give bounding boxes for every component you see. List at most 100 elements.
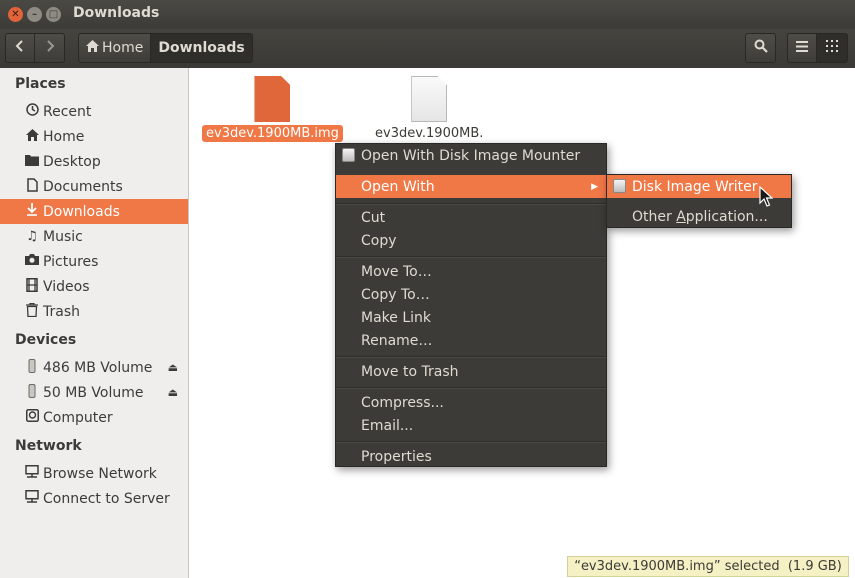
menu-separator	[336, 387, 606, 389]
menu-item-mnemonic: A	[676, 208, 686, 225]
forward-button[interactable]	[34, 33, 65, 63]
grid-view-button[interactable]	[816, 33, 848, 63]
network-icon	[24, 465, 40, 482]
context-menu: Open With Disk Image Mounter Open With ▶…	[335, 143, 607, 467]
list-icon	[796, 40, 808, 56]
clock-icon	[24, 103, 40, 120]
sidebar-item-downloads[interactable]: Downloads	[0, 199, 188, 224]
home-icon	[86, 40, 99, 56]
grid-icon	[826, 40, 838, 56]
menu-item-compress[interactable]: Compress...	[336, 391, 606, 414]
sidebar-item-label: Documents	[43, 178, 123, 195]
menu-item-open-with-disk-image-mounter[interactable]: Open With Disk Image Mounter	[336, 144, 606, 167]
menu-item-cut[interactable]: Cut	[336, 206, 606, 229]
chevron-right-icon	[45, 39, 55, 57]
menu-item-move-to-trash[interactable]: Move to Trash	[336, 360, 606, 383]
sidebar-item-trash[interactable]: Trash	[0, 299, 188, 324]
hard-disk-icon	[24, 409, 40, 426]
file-item[interactable]: ev3dev.1900MB.img	[202, 76, 343, 142]
camera-icon	[24, 254, 40, 269]
sidebar-item-label: Trash	[43, 303, 80, 320]
sidebar-item-label: Music	[43, 228, 83, 245]
menu-item-properties[interactable]: Properties	[336, 445, 606, 468]
menu-separator	[336, 441, 606, 443]
status-bar: “ev3dev.1900MB.img” selected (1.9 GB)	[567, 556, 849, 577]
menu-item-copy-to[interactable]: Copy To…	[336, 283, 606, 306]
sidebar-item-recent[interactable]: Recent	[0, 99, 188, 124]
search-button[interactable]	[745, 33, 776, 63]
usb-drive-icon	[24, 358, 40, 377]
file-name: ev3dev.1900MB.img	[202, 125, 343, 142]
sidebar-item-label: Computer	[43, 409, 113, 426]
menu-item-label: Open With	[361, 178, 435, 195]
file-name: ev3dev.1900MB.	[375, 126, 484, 141]
back-button[interactable]	[5, 33, 35, 63]
menu-item-label: Move to Trash	[361, 363, 459, 380]
film-icon	[24, 277, 40, 296]
server-icon	[24, 490, 40, 507]
menu-item-open-with[interactable]: Open With ▶	[336, 175, 606, 198]
sidebar-item-label: Recent	[43, 103, 92, 120]
sidebar-item-videos[interactable]: Videos	[0, 274, 188, 299]
sidebar-heading-network: Network	[15, 438, 82, 454]
sidebar-item-label: Browse Network	[43, 465, 157, 482]
desktop-folder-icon	[24, 154, 40, 170]
sidebar-item-home[interactable]: Home	[0, 124, 188, 149]
sidebar-item-label: Pictures	[43, 253, 99, 270]
sidebar-item-browse-network[interactable]: Browse Network	[0, 461, 188, 486]
usb-drive-icon	[24, 383, 40, 402]
status-text: “ev3dev.1900MB.img” selected (1.9 GB)	[574, 559, 842, 574]
menu-item-label: Copy	[361, 232, 397, 249]
menu-item-move-to[interactable]: Move To…	[336, 260, 606, 283]
sidebar-item-50mb-volume[interactable]: 50 MB Volume ⏏	[0, 380, 188, 405]
menu-item-label: Properties	[361, 448, 432, 465]
sidebar-item-music[interactable]: ♫ Music	[0, 224, 188, 249]
sidebar-item-486mb-volume[interactable]: 486 MB Volume ⏏	[0, 355, 188, 380]
sidebar-item-label: 486 MB Volume	[43, 359, 153, 376]
eject-icon[interactable]: ⏏	[168, 361, 178, 374]
menu-item-label: Email...	[361, 417, 414, 434]
sidebar-heading-devices: Devices	[15, 332, 77, 348]
breadcrumb: Home Downloads	[78, 33, 253, 63]
breadcrumb-downloads-label: Downloads	[158, 40, 245, 56]
image-file-icon	[254, 76, 291, 122]
sidebar-item-label: Desktop	[43, 153, 101, 170]
sidebar-item-connect-to-server[interactable]: Connect to Server	[0, 486, 188, 511]
menu-item-label: Copy To…	[361, 286, 430, 303]
list-view-button[interactable]	[787, 33, 817, 63]
menu-separator	[336, 203, 606, 205]
eject-icon[interactable]: ⏏	[168, 386, 178, 399]
music-icon: ♫	[26, 229, 38, 244]
download-icon	[24, 202, 40, 221]
sidebar-item-computer[interactable]: Computer	[0, 405, 188, 430]
menu-item-rename[interactable]: Rename…	[336, 329, 606, 352]
trash-icon	[24, 302, 40, 321]
file-item[interactable]: ev3dev.1900MB.	[371, 76, 487, 141]
menu-item-email[interactable]: Email...	[336, 414, 606, 437]
home-icon	[24, 128, 40, 145]
chevron-left-icon	[15, 39, 25, 57]
menu-item-label: Cut	[361, 209, 386, 226]
menu-item-label: Disk Image Writer	[632, 178, 758, 195]
menu-item-make-link[interactable]: Make Link	[336, 306, 606, 329]
window-title: Downloads	[73, 5, 160, 21]
minimize-window-button[interactable]: –	[27, 7, 42, 22]
document-icon	[24, 177, 40, 196]
close-window-button[interactable]: ✕	[8, 7, 23, 22]
menu-separator	[336, 256, 606, 258]
maximize-window-button[interactable]: □	[46, 7, 61, 22]
text-file-icon	[411, 76, 448, 122]
menu-item-label: Open With Disk Image Mounter	[361, 147, 581, 164]
sidebar-item-documents[interactable]: Documents	[0, 174, 188, 199]
sidebar-item-pictures[interactable]: Pictures	[0, 249, 188, 274]
breadcrumb-downloads[interactable]: Downloads	[151, 33, 253, 63]
menu-item-copy[interactable]: Copy	[336, 229, 606, 252]
sidebar: Places Recent Home Desktop Documents Dow…	[0, 68, 189, 578]
breadcrumb-home[interactable]: Home	[78, 33, 152, 63]
sidebar-item-label: Home	[43, 128, 85, 145]
search-icon	[754, 39, 768, 57]
menu-item-other-application[interactable]: Other Application...	[607, 205, 791, 228]
sidebar-item-desktop[interactable]: Desktop	[0, 149, 188, 174]
sidebar-item-label: Videos	[43, 278, 90, 295]
title-bar: ✕ – □ Downloads	[0, 0, 855, 29]
